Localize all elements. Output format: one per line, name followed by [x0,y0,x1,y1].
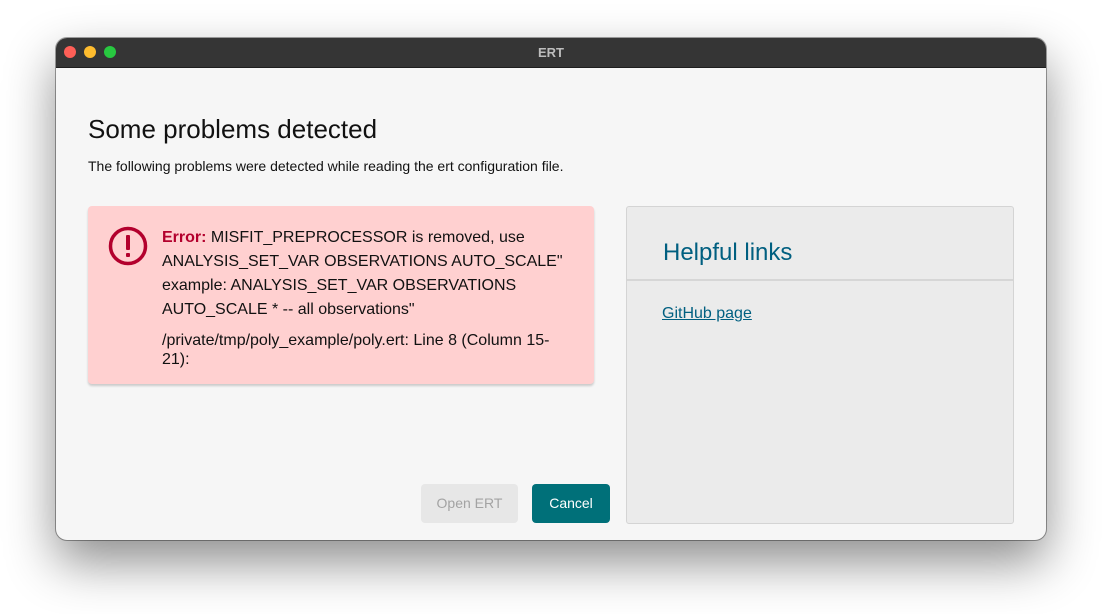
open-ert-button[interactable]: Open ERT [421,484,518,523]
dialog-heading: Some problems detected [88,114,378,144]
window-title: ERT [538,45,564,60]
app-window: ERT Some problems detected The following… [56,38,1046,540]
helpful-links-panel: Helpful links GitHub page [626,206,1014,524]
error-label: Error: [162,229,207,246]
cancel-button[interactable]: Cancel [532,484,610,523]
minimize-window-button[interactable] [84,46,96,58]
dialog-subheading: The following problems were detected whi… [88,158,564,174]
helpful-links-divider [627,279,1013,281]
close-window-button[interactable] [64,46,76,58]
error-card: Error: MISFIT_PREPROCESSOR is removed, u… [88,206,594,384]
error-message: Error: MISFIT_PREPROCESSOR is removed, u… [162,226,572,322]
maximize-window-button[interactable] [104,46,116,58]
error-message-text: MISFIT_PREPROCESSOR is removed, use ANAL… [162,229,563,318]
github-page-link[interactable]: GitHub page [662,305,752,323]
helpful-links-title: Helpful links [663,239,793,266]
title-bar: ERT [56,38,1046,68]
error-location: /private/tmp/poly_example/poly.ert: Line… [162,332,550,368]
exclamation-circle-icon [108,226,148,266]
